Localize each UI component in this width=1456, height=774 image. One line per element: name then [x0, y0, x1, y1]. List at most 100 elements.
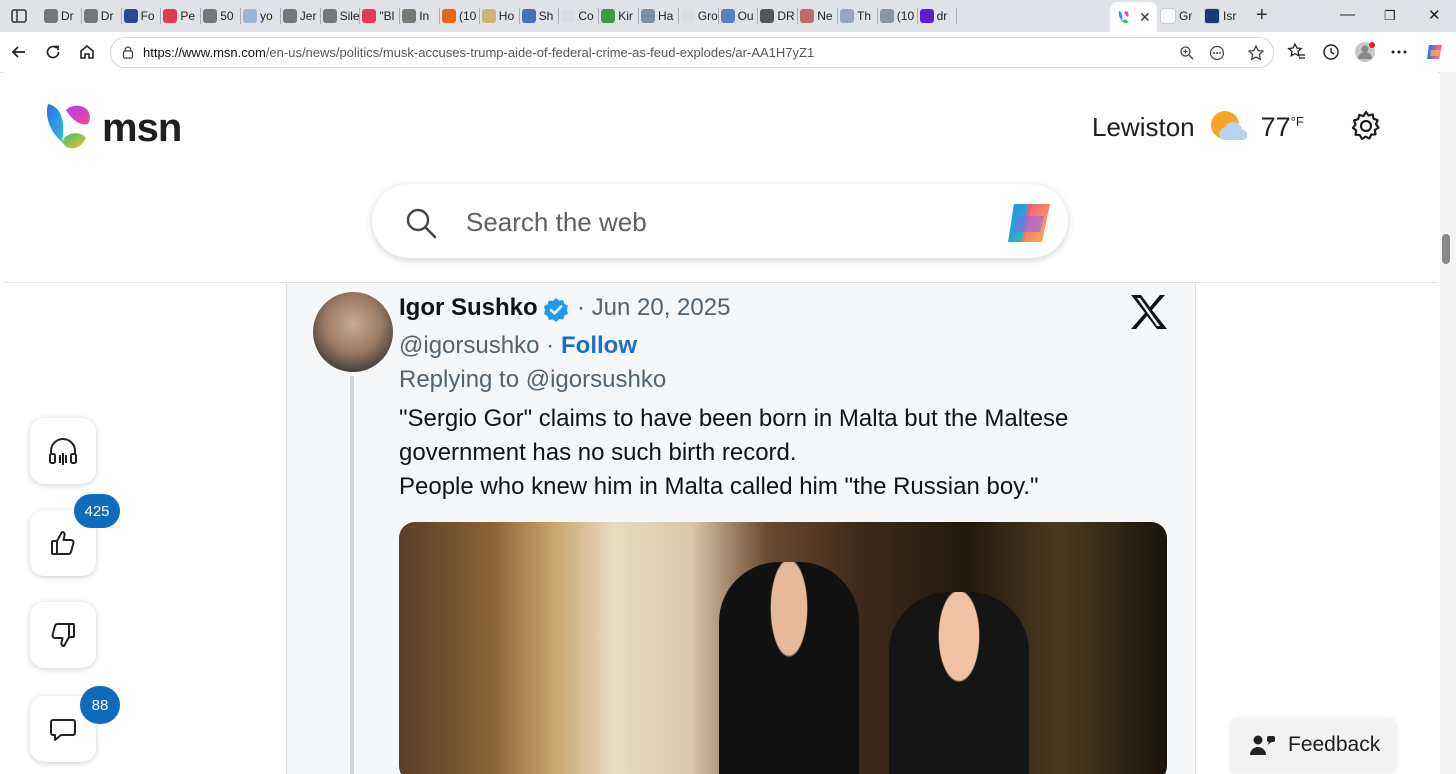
history-icon: [1323, 44, 1339, 60]
tab-separator: [836, 8, 838, 24]
globe-icon: [203, 9, 218, 23]
search-box[interactable]: [372, 184, 1068, 258]
address-bar[interactable]: https://www.msn.com/en-us/news/politics/…: [110, 37, 1274, 68]
browser-tab[interactable]: Ha: [641, 4, 679, 28]
m-icon: [720, 9, 735, 23]
browser-tab[interactable]: Sh: [521, 4, 560, 28]
browser-tab[interactable]: DR: [760, 4, 799, 28]
tab-separator: [239, 8, 241, 24]
doc-icon: [481, 9, 496, 23]
globe-icon: [83, 9, 98, 23]
msn-page: msn Lewiston 77°F Igor Sushko ·: [4, 72, 1438, 774]
profile-button[interactable]: [1354, 41, 1376, 63]
yahoo-icon: [919, 9, 934, 23]
browser-tab[interactable]: Gro: [680, 4, 719, 28]
browser-tab[interactable]: Ou: [720, 4, 759, 28]
gp-icon: [840, 9, 854, 23]
close-tab-icon[interactable]: ✕: [1139, 9, 1151, 26]
browser-tab[interactable]: Sile: [322, 4, 361, 28]
browser-tab[interactable]: yo: [243, 4, 281, 28]
tab-separator: [677, 8, 679, 24]
browser-tab[interactable]: Ne: [800, 4, 838, 28]
dislike-button[interactable]: [30, 602, 96, 668]
avatar[interactable]: [313, 292, 393, 372]
browser-tab[interactable]: Jer: [282, 4, 321, 28]
embedded-tweet[interactable]: Igor Sushko · Jun 20, 2025 @igorsushko ·…: [286, 284, 1196, 774]
comment-icon: [50, 719, 76, 741]
tab-separator: [717, 8, 719, 24]
tab-separator: [160, 8, 162, 24]
tab-separator: [916, 8, 918, 24]
browser-tab[interactable]: 50: [203, 4, 241, 28]
browser-tab[interactable]: Dr: [83, 4, 122, 28]
history-button[interactable]: [1320, 41, 1342, 63]
browser-tab-label: Sh: [538, 9, 554, 23]
browser-tab-label: Ho: [498, 9, 515, 23]
more-tools-icon[interactable]: [1209, 45, 1225, 61]
new-tab-button[interactable]: +: [1256, 4, 1268, 27]
page-scrollbar[interactable]: [1440, 72, 1456, 774]
lock-icon[interactable]: [121, 45, 135, 59]
m-icon: [521, 9, 536, 23]
feedback-icon: [1250, 735, 1275, 755]
tab-separator: [797, 8, 799, 24]
minimize-button[interactable]: —: [1340, 6, 1355, 23]
home-button[interactable]: [76, 41, 98, 63]
tab-separator: [359, 8, 361, 24]
browser-tab-label: 50: [220, 9, 234, 23]
close-window-button[interactable]: ✕: [1428, 6, 1441, 24]
browser-tab-label: Ha: [658, 9, 674, 23]
search-input[interactable]: [464, 204, 968, 240]
browser-tab[interactable]: In: [402, 4, 440, 28]
browser-tab[interactable]: Pe: [163, 4, 202, 28]
browser-tab[interactable]: "Bl: [362, 4, 401, 28]
browser-tab-label: "Bl: [379, 9, 395, 23]
listen-button[interactable]: [30, 418, 96, 484]
browser-tab[interactable]: Isr: [1204, 4, 1246, 28]
msn-logo[interactable]: msn: [44, 102, 182, 154]
weather-widget[interactable]: Lewiston 77°F: [1092, 110, 1304, 144]
refresh-icon: [46, 45, 60, 59]
browser-tab[interactable]: (10: [879, 4, 918, 28]
tab-separator: [399, 8, 401, 24]
refresh-button[interactable]: [42, 41, 64, 63]
browser-tab-label: Gr: [1179, 9, 1193, 23]
tweet-date[interactable]: · Jun 20, 2025: [577, 294, 730, 322]
browser-toolbar: https://www.msn.com/en-us/news/politics/…: [0, 32, 1456, 73]
settings-menu-button[interactable]: [1388, 41, 1410, 63]
globe-icon: [44, 9, 58, 23]
feedback-button[interactable]: Feedback: [1230, 718, 1396, 772]
copilot-icon[interactable]: [1004, 200, 1056, 246]
browser-tab[interactable]: Dr: [44, 4, 82, 28]
back-button[interactable]: [8, 41, 30, 63]
browser-tab[interactable]: dr: [919, 4, 958, 28]
youtube-icon: [163, 9, 178, 23]
url-path: /en-us/news/politics/musk-accuses-trump-…: [265, 45, 815, 60]
thumbs-down-icon: [51, 623, 75, 647]
tab-msn-active[interactable]: ✕: [1110, 2, 1157, 32]
photo-person: [719, 562, 859, 774]
x-logo-icon[interactable]: [1129, 294, 1167, 330]
browser-tab[interactable]: Ho: [481, 4, 520, 28]
restore-button[interactable]: ❐: [1384, 8, 1396, 24]
tweet-author-name[interactable]: Igor Sushko: [399, 294, 538, 322]
zoom-icon[interactable]: [1179, 45, 1195, 61]
temperature-unit: °F: [1290, 113, 1304, 129]
settings-button[interactable]: [1348, 108, 1384, 149]
tweet-photo[interactable]: [399, 522, 1167, 774]
avatar-icon: [1355, 42, 1375, 62]
copilot-sidebar-button[interactable]: [1424, 41, 1446, 63]
favorite-star-icon[interactable]: [1247, 44, 1265, 62]
tab-actions-icon[interactable]: [10, 7, 28, 25]
browser-tab[interactable]: Fo: [123, 4, 162, 28]
favorites-button[interactable]: [1286, 41, 1308, 63]
url-text[interactable]: https://www.msn.com/en-us/news/politics/…: [143, 45, 814, 60]
scrollbar-thumb[interactable]: [1442, 234, 1450, 264]
browser-tab[interactable]: Gr: [1160, 4, 1202, 28]
browser-tab[interactable]: Kir: [601, 4, 639, 28]
browser-tab[interactable]: Co: [561, 4, 600, 28]
follow-link[interactable]: Follow: [561, 332, 637, 360]
tweet-handle[interactable]: @igorsushko ·: [399, 332, 554, 360]
browser-tab[interactable]: (10: [442, 4, 480, 28]
browser-tab[interactable]: Th: [840, 4, 878, 28]
